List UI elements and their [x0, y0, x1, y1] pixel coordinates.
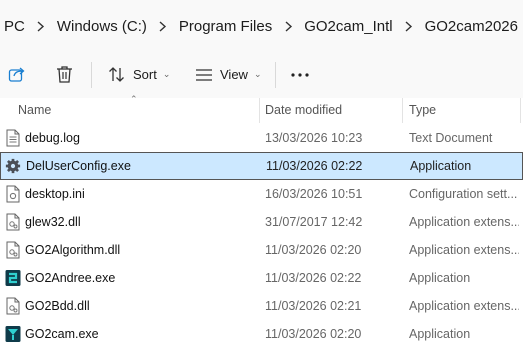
file-date: 11/03/2026 02:20 [265, 327, 362, 341]
more-icon [291, 73, 309, 77]
file-date: 11/03/2026 02:21 [265, 299, 362, 313]
file-type: Application extens... [409, 299, 519, 313]
file-date: 13/03/2026 10:23 [265, 131, 363, 145]
file-name: GO2Algorithm.dll [25, 243, 121, 257]
chevron-right-icon[interactable] [151, 20, 175, 32]
file-type: Application [409, 271, 471, 285]
file-name: GO2Bdd.dll [25, 299, 90, 313]
column-divider[interactable] [259, 98, 260, 123]
more-options-button[interactable] [291, 73, 309, 77]
file-list: debug.log 13/03/2026 10:23 Text Document… [0, 124, 523, 348]
share-icon [8, 67, 25, 82]
file-type: Application [409, 327, 471, 341]
dll-file-icon [6, 241, 20, 259]
chevron-down-icon: ⌄ [253, 69, 262, 79]
file-date: 16/03/2026 10:51 [265, 187, 363, 201]
view-label: View [220, 67, 248, 82]
file-type: Application extens... [409, 243, 519, 257]
file-type: Text Document [409, 131, 493, 145]
address-breadcrumb: PC Windows (C:) Program Files GO2cam_Int… [0, 0, 523, 52]
chevron-right-icon[interactable] [29, 20, 53, 32]
view-button[interactable]: View ⌄ [195, 67, 262, 82]
toolbar-divider [275, 62, 276, 88]
file-row[interactable]: desktop.ini 16/03/2026 10:51 Configurati… [0, 180, 523, 208]
breadcrumb-pc[interactable]: PC [0, 18, 29, 35]
file-date: 11/03/2026 02:22 [265, 271, 362, 285]
view-list-icon [196, 68, 212, 81]
file-row[interactable]: GO2Bdd.dll 11/03/2026 02:21 Application … [0, 292, 523, 320]
chevron-down-icon: ⌄ [162, 69, 171, 79]
file-row[interactable]: debug.log 13/03/2026 10:23 Text Document [0, 124, 523, 152]
command-bar: Sort ⌄ View ⌄ [0, 52, 523, 99]
column-name[interactable]: Name [18, 103, 51, 117]
file-name: DelUserConfig.exe [26, 159, 131, 173]
file-row-selected[interactable]: DelUserConfig.exe 11/03/2026 02:22 Appli… [0, 152, 523, 180]
file-row[interactable]: GO2Andree.exe 11/03/2026 02:22 Applicati… [0, 264, 523, 292]
chevron-right-icon[interactable] [397, 20, 421, 32]
file-row[interactable]: GO2Algorithm.dll 11/03/2026 02:20 Applic… [0, 236, 523, 264]
file-name: GO2cam.exe [25, 327, 99, 341]
file-name: glew32.dll [25, 215, 81, 229]
breadcrumb-windows-c[interactable]: Windows (C:) [53, 18, 151, 35]
file-name: desktop.ini [25, 187, 85, 201]
breadcrumb-go2cam-intl[interactable]: GO2cam_Intl [300, 18, 396, 35]
file-date: 31/07/2017 12:42 [265, 215, 363, 229]
file-type: Application [410, 159, 472, 173]
file-name: GO2Andree.exe [25, 271, 116, 285]
trash-icon [57, 66, 72, 83]
gear-app-icon [5, 158, 21, 174]
text-file-icon [6, 129, 20, 147]
column-header: ⌃ Name Date modified Type [0, 94, 523, 123]
file-name: debug.log [25, 131, 80, 145]
go2andree-app-icon [5, 270, 21, 286]
dll-file-icon [6, 297, 20, 315]
column-date-modified[interactable]: Date modified [265, 103, 342, 117]
breadcrumb-go2cam2026[interactable]: GO2cam2026 [421, 18, 522, 35]
sort-ascending-icon: ⌃ [130, 94, 138, 104]
dll-file-icon [6, 213, 20, 231]
chevron-right-icon[interactable] [276, 20, 300, 32]
sort-label: Sort [133, 67, 157, 82]
file-date: 11/03/2026 02:22 [266, 159, 363, 173]
delete-button[interactable] [56, 65, 73, 84]
file-type: Application extens... [409, 215, 519, 229]
share-button[interactable] [8, 66, 26, 83]
column-divider[interactable] [402, 98, 403, 123]
column-type[interactable]: Type [409, 103, 436, 117]
column-divider[interactable] [520, 98, 521, 123]
sort-icon [109, 67, 124, 82]
config-file-icon [6, 185, 20, 203]
file-row[interactable]: glew32.dll 31/07/2017 12:42 Application … [0, 208, 523, 236]
file-date: 11/03/2026 02:20 [265, 243, 362, 257]
go2cam-app-icon [5, 326, 21, 342]
file-type: Configuration sett... [409, 187, 518, 201]
sort-button[interactable]: Sort ⌄ [108, 66, 170, 83]
breadcrumb-program-files[interactable]: Program Files [175, 18, 276, 35]
toolbar-divider [91, 62, 92, 88]
